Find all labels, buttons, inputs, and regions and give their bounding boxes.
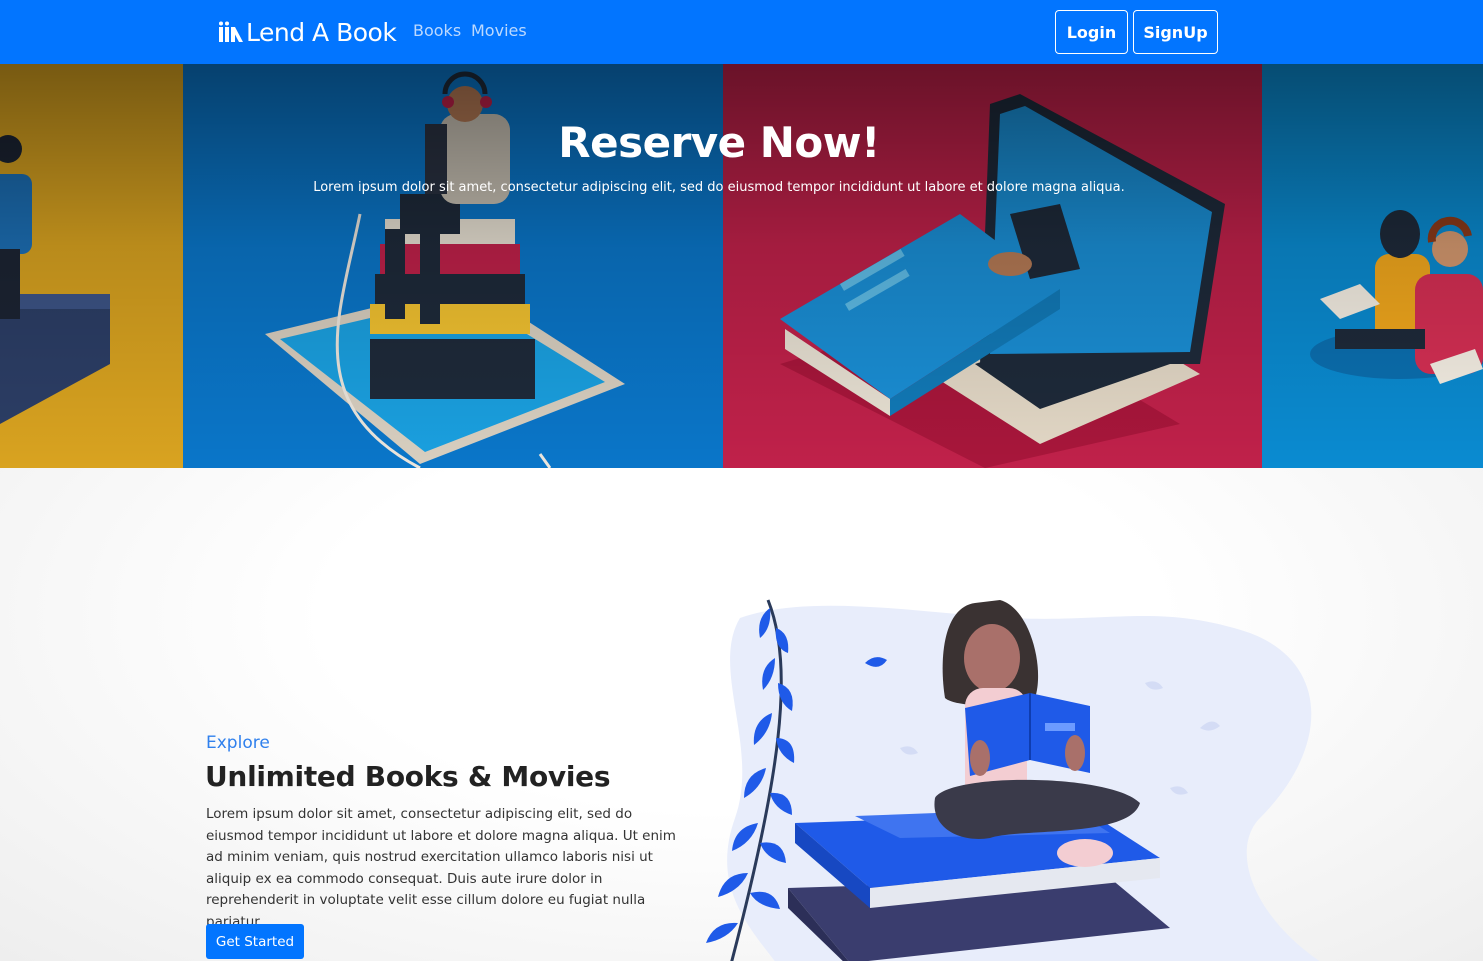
get-started-button[interactable]: Get Started <box>206 924 304 959</box>
nav-link-movies[interactable]: Movies <box>471 21 527 40</box>
signup-button[interactable]: SignUp <box>1133 10 1218 54</box>
navbar: Lend A Book Books Movies Login SignUp <box>0 0 1483 64</box>
hero-subtitle: Lorem ipsum dolor sit amet, consectetur … <box>313 180 1125 195</box>
section-description: Lorem ipsum dolor sit amet, consectetur … <box>206 806 676 930</box>
hero-title: Reserve Now! <box>558 118 880 167</box>
brand-name: Lend A Book <box>246 17 397 47</box>
section-eyebrow: Explore <box>206 733 270 753</box>
explore-section: Explore Unlimited Books & Movies Lorem i… <box>0 468 1483 961</box>
login-button[interactable]: Login <box>1055 10 1128 54</box>
hero-carousel: Reserve Now! Lorem ipsum dolor sit amet,… <box>0 64 1483 468</box>
section-title: Unlimited Books & Movies <box>205 760 611 793</box>
reading-woman-illustration <box>706 599 1320 961</box>
brand-link[interactable]: Lend A Book <box>218 14 397 50</box>
book-logo-icon <box>219 21 243 42</box>
nav-link-books[interactable]: Books <box>413 21 461 40</box>
